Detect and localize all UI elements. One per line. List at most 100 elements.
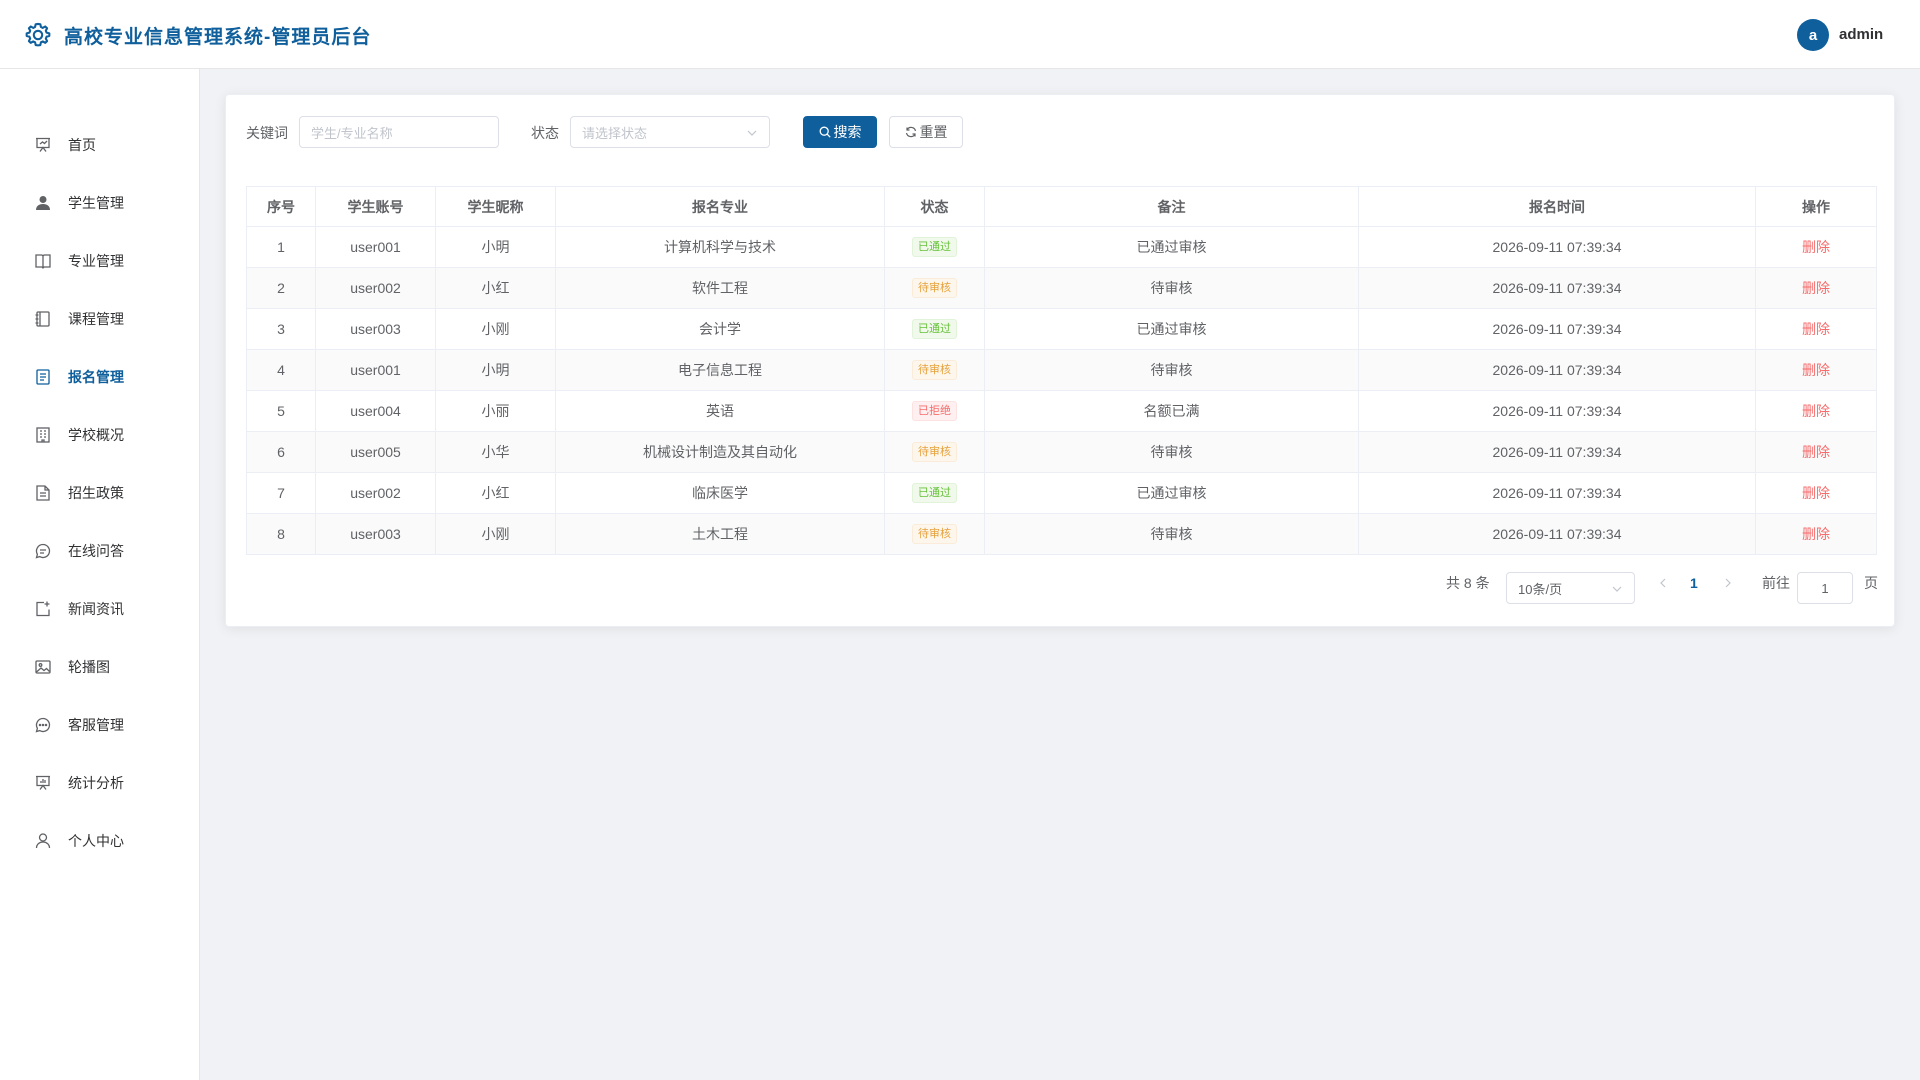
enroll-time-cell: 2026-09-11 07:39:34 xyxy=(1358,390,1756,432)
enroll-time-cell: 2026-09-11 07:39:34 xyxy=(1358,349,1756,391)
delete-button[interactable]: 删除 xyxy=(1802,280,1830,296)
sidebar-item-label: 招生政策 xyxy=(68,485,124,501)
remark-cell: 待审核 xyxy=(984,349,1359,391)
search-button-label: 搜索 xyxy=(833,124,862,140)
delete-button[interactable]: 删除 xyxy=(1802,444,1830,460)
sidebar-item-label: 首页 xyxy=(68,137,96,153)
table-row: 8 user003 小刚 土木工程 待审核 待审核 2026-09-11 07:39:34 删… xyxy=(246,513,1877,555)
page-suffix-label: 页 xyxy=(1864,575,1878,591)
chevron-left-icon xyxy=(1660,578,1666,588)
enroll-time-cell: 2026-09-11 07:39:34 xyxy=(1358,431,1756,473)
delete-button[interactable]: 删除 xyxy=(1802,362,1830,378)
row-index-cell: 5 xyxy=(246,390,316,432)
gear-icon xyxy=(24,21,52,49)
avatar[interactable]: a xyxy=(1797,19,1829,51)
sidebar-item-students[interactable]: 学生管理 xyxy=(0,174,199,232)
app-title: 高校专业信息管理系统-管理员后台 xyxy=(64,27,372,48)
status-select[interactable]: 请选择状态 xyxy=(570,116,770,148)
status-cell: 待审核 xyxy=(884,267,985,309)
row-index-cell: 3 xyxy=(246,308,316,350)
sidebar-item-statistics[interactable]: 统计分析 xyxy=(0,754,199,812)
enroll-time-cell: 2026-09-11 07:39:34 xyxy=(1358,267,1756,309)
sidebar-item-majors[interactable]: 专业管理 xyxy=(0,232,199,290)
remark-cell: 名额已满 xyxy=(984,390,1359,432)
sidebar-item-carousel[interactable]: 轮播图 xyxy=(0,638,199,696)
page-number-current[interactable]: 1 xyxy=(1690,567,1698,599)
page-size-select[interactable]: 10条/页 xyxy=(1506,572,1635,604)
student-nickname-cell: 小明 xyxy=(435,226,556,268)
student-nickname-cell: 小丽 xyxy=(435,390,556,432)
news-icon xyxy=(34,600,52,618)
status-cell: 已通过 xyxy=(884,226,985,268)
sidebar-item-label: 新闻资讯 xyxy=(68,601,124,617)
chevron-down-icon xyxy=(747,126,757,136)
next-page-button[interactable] xyxy=(1723,567,1733,599)
status-select-placeholder: 请选择状态 xyxy=(582,125,648,141)
table-row: 7 user002 小红 临床医学 已通过 已通过审核 2026-09-11 07:39:3… xyxy=(246,472,1877,514)
document-icon xyxy=(34,368,52,386)
presentation-icon xyxy=(34,136,52,154)
remark-cell: 已通过审核 xyxy=(984,308,1359,350)
student-account-cell: user004 xyxy=(315,390,436,432)
student-nickname-cell: 小华 xyxy=(435,431,556,473)
sidebar-item-courses[interactable]: 课程管理 xyxy=(0,290,199,348)
status-cell: 待审核 xyxy=(884,431,985,473)
pagination-total: 共 8 条 xyxy=(1446,575,1490,591)
book-icon xyxy=(34,252,52,270)
enrollment-card: 关键词 学生/专业名称 状态 请选择状态 搜索 重置 序号 学生账号 学生昵称 … xyxy=(225,94,1895,627)
sidebar-item-home[interactable]: 首页 xyxy=(0,116,199,174)
status-cell: 待审核 xyxy=(884,349,985,391)
sidebar-item-enrollment[interactable]: 报名管理 xyxy=(0,348,199,406)
major-cell: 英语 xyxy=(555,390,885,432)
sidebar-item-school-overview[interactable]: 学校概况 xyxy=(0,406,199,464)
sidebar-item-news[interactable]: 新闻资讯 xyxy=(0,580,199,638)
action-cell: 删除 xyxy=(1755,349,1877,391)
sidebar-item-customer-service[interactable]: 客服管理 xyxy=(0,696,199,754)
row-index-cell: 8 xyxy=(246,513,316,555)
delete-button[interactable]: 删除 xyxy=(1802,485,1830,501)
action-cell: 删除 xyxy=(1755,267,1877,309)
row-index-cell: 7 xyxy=(246,472,316,514)
sidebar-item-label: 报名管理 xyxy=(68,369,124,385)
row-index-cell: 6 xyxy=(246,431,316,473)
delete-button[interactable]: 删除 xyxy=(1802,321,1830,337)
building-icon xyxy=(34,426,52,444)
username[interactable]: admin xyxy=(1839,26,1883,43)
reset-button[interactable]: 重置 xyxy=(889,116,963,148)
sidebar-item-policy[interactable]: 招生政策 xyxy=(0,464,199,522)
major-cell: 电子信息工程 xyxy=(555,349,885,391)
table-row: 5 user004 小丽 英语 已拒绝 名额已满 2026-09-11 07:39:34 删除 xyxy=(246,390,1877,432)
column-header: 学生昵称 xyxy=(435,186,556,227)
goto-label: 前往 xyxy=(1762,575,1790,591)
enrollment-table: 序号 学生账号 学生昵称 报名专业 状态 备注 报名时间 操作 1 user001… xyxy=(246,186,1877,555)
major-cell: 计算机科学与技术 xyxy=(555,226,885,268)
remark-cell: 已通过审核 xyxy=(984,226,1359,268)
picture-icon xyxy=(34,658,52,676)
major-cell: 土木工程 xyxy=(555,513,885,555)
status-badge: 已通过 xyxy=(912,319,957,339)
student-nickname-cell: 小红 xyxy=(435,267,556,309)
prev-page-button[interactable] xyxy=(1658,567,1668,599)
sidebar-item-profile[interactable]: 个人中心 xyxy=(0,812,199,870)
column-header: 状态 xyxy=(884,186,985,227)
column-header: 报名时间 xyxy=(1358,186,1756,227)
student-account-cell: user001 xyxy=(315,226,436,268)
table-row: 1 user001 小明 计算机科学与技术 已通过 已通过审核 2026-09-11 07:… xyxy=(246,226,1877,268)
status-badge: 已通过 xyxy=(912,237,957,257)
remark-cell: 待审核 xyxy=(984,513,1359,555)
status-badge: 待审核 xyxy=(912,524,957,544)
status-badge: 已拒绝 xyxy=(912,401,957,421)
search-button[interactable]: 搜索 xyxy=(803,116,877,148)
student-nickname-cell: 小明 xyxy=(435,349,556,391)
column-header: 学生账号 xyxy=(315,186,436,227)
sidebar-item-qa[interactable]: 在线问答 xyxy=(0,522,199,580)
enroll-time-cell: 2026-09-11 07:39:34 xyxy=(1358,472,1756,514)
sidebar-item-label: 客服管理 xyxy=(68,717,124,733)
keyword-input[interactable]: 学生/专业名称 xyxy=(299,116,499,148)
delete-button[interactable]: 删除 xyxy=(1802,239,1830,255)
delete-button[interactable]: 删除 xyxy=(1802,403,1830,419)
action-cell: 删除 xyxy=(1755,226,1877,268)
student-account-cell: user001 xyxy=(315,349,436,391)
goto-page-input[interactable]: 1 xyxy=(1797,572,1853,604)
delete-button[interactable]: 删除 xyxy=(1802,526,1830,542)
